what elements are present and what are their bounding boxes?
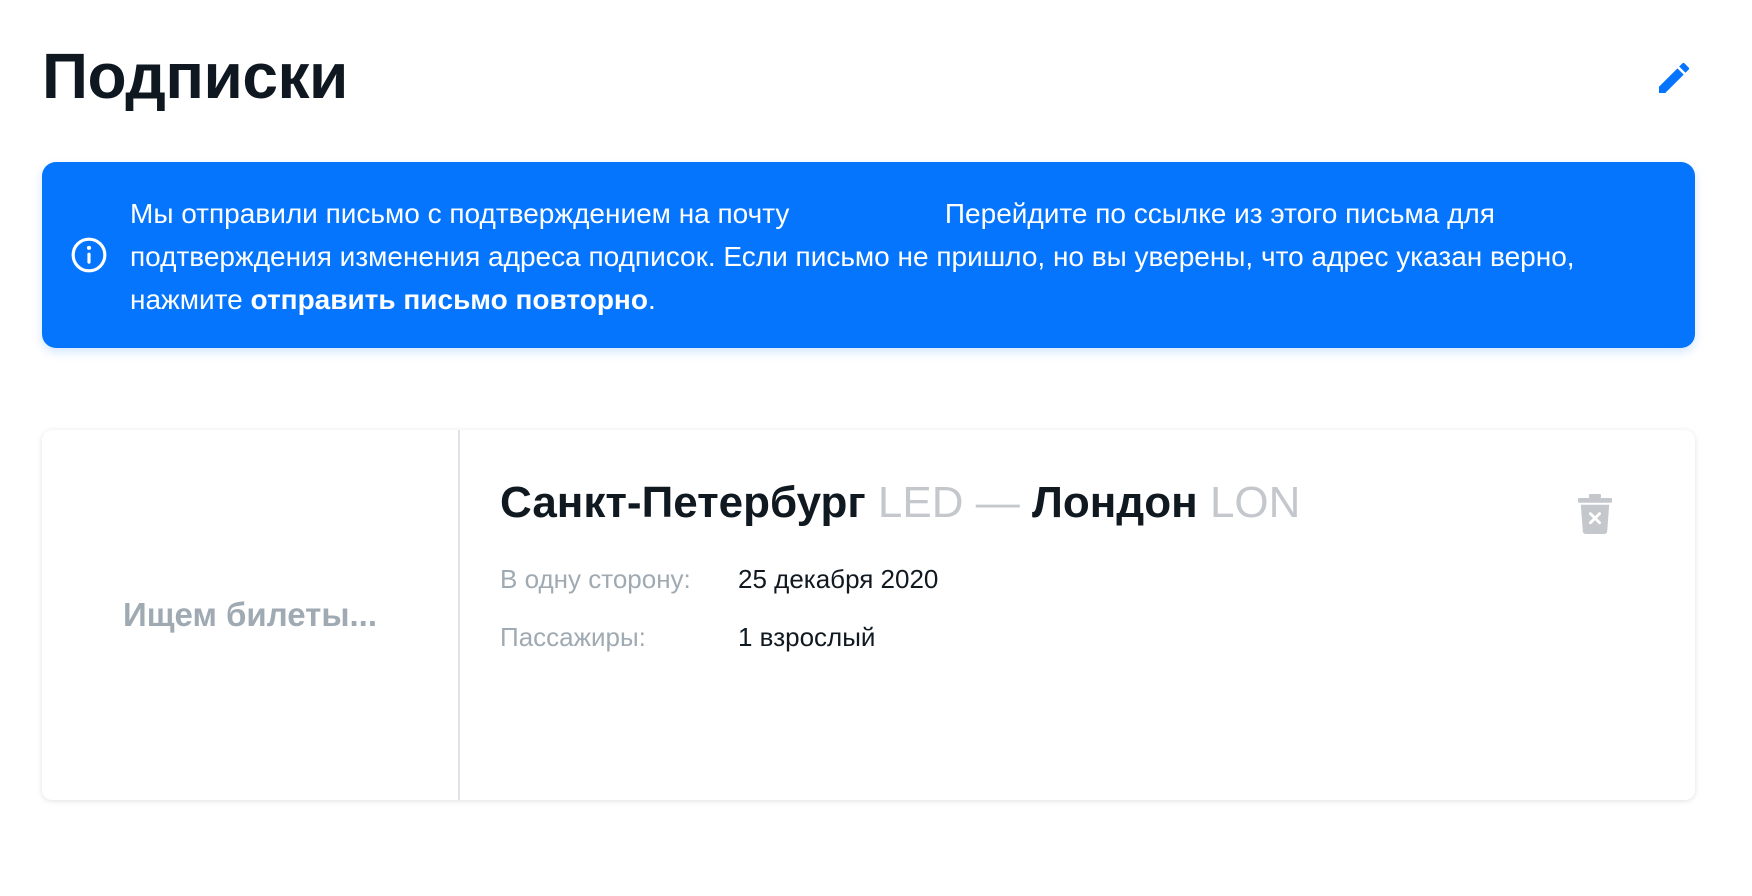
edit-button[interactable] (1652, 56, 1696, 100)
trip-type-label: В одну сторону: (500, 564, 691, 594)
destination-city: Лондон (1031, 478, 1198, 527)
trip-date-value: 25 декабря 2020 (738, 564, 939, 594)
origin-code: LED (877, 478, 964, 527)
email-confirmation-notice: Мы отправили письмо с подтверждением на … (42, 162, 1695, 348)
searching-status: Ищем билеты... (122, 596, 378, 633)
pencil-icon (1659, 62, 1690, 93)
subscription-status-panel: Ищем билеты... (42, 430, 460, 800)
passengers-label: Пассажиры: (500, 622, 646, 652)
passengers-value: 1 взрослый (738, 622, 876, 652)
route-title: Санкт-Петербург LED — Лондон LON (500, 476, 1300, 530)
delete-subscription-button[interactable] (1575, 492, 1615, 536)
subscriptions-page: Подписки Мы отправили письмо с подтвержд… (0, 0, 1752, 896)
route-separator: — (975, 478, 1020, 527)
page-title: Подписки (42, 40, 348, 112)
notice-message: Мы отправили письмо с подтверждением на … (130, 192, 1660, 321)
trash-icon (1578, 494, 1612, 534)
resend-email-link[interactable]: отправить письмо повторно (251, 284, 648, 315)
origin-city: Санкт-Петербург (500, 478, 866, 527)
notice-text-end: . (647, 284, 656, 315)
notice-text-before-email: Мы отправили письмо с подтверждением на … (130, 198, 790, 229)
subscription-card: Ищем билеты... Санкт-Петербург LED — Лон… (42, 430, 1695, 800)
destination-code: LON (1209, 478, 1301, 527)
info-circle-icon (71, 237, 107, 273)
